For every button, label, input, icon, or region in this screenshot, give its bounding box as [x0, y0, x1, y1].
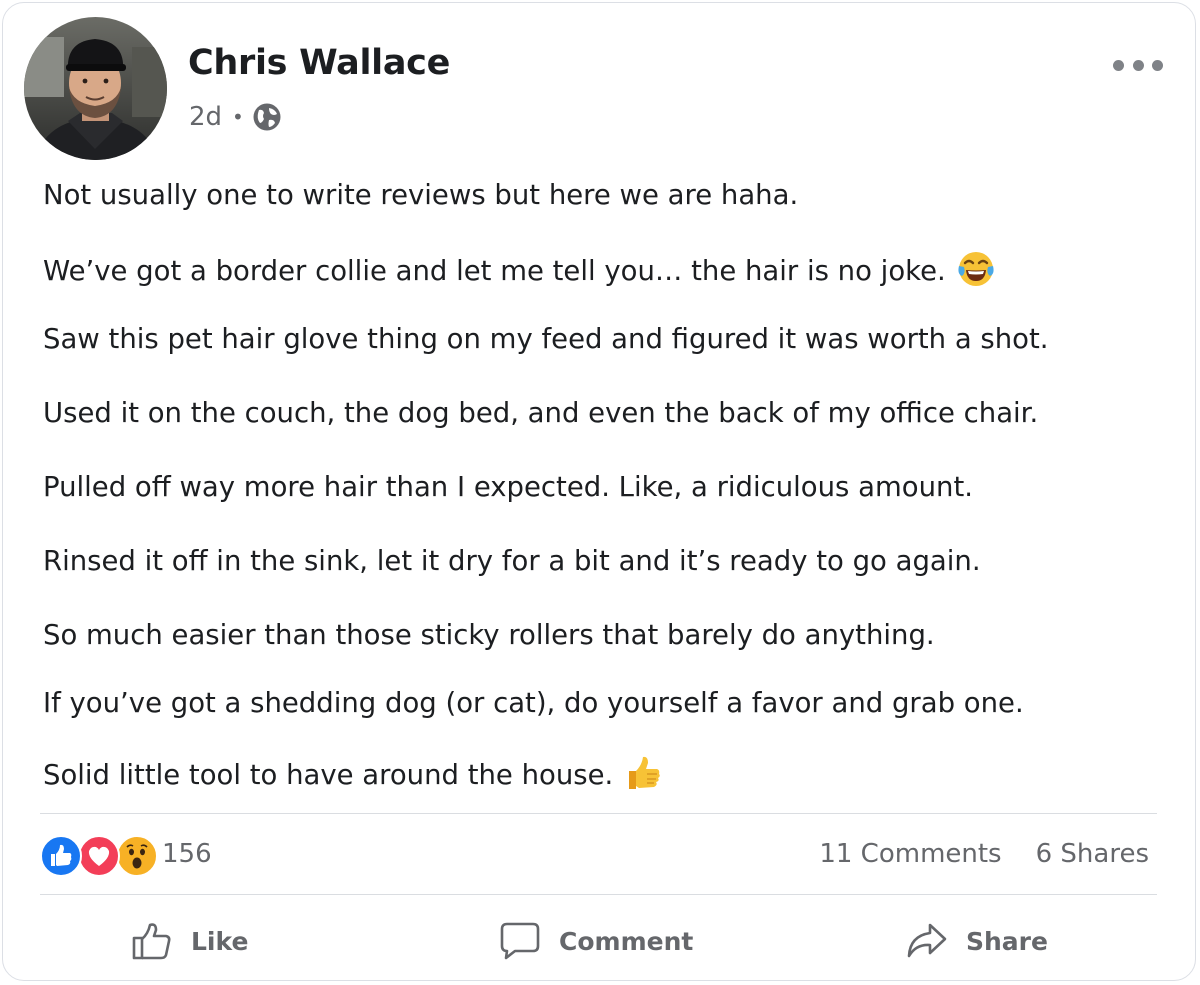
post-text-line: Not usually one to write reviews but her…	[43, 179, 799, 211]
share-arrow-icon	[906, 921, 948, 961]
divider	[40, 813, 1157, 814]
more-dot-icon	[1132, 59, 1144, 71]
comments-count-link[interactable]: 11 Comments	[819, 839, 1001, 869]
more-options-button[interactable]	[1113, 51, 1163, 79]
post-text-line: Pulled off way more hair than I expected…	[43, 471, 973, 503]
post-text-line: We’ve got a border collie and let me tel…	[43, 249, 996, 289]
like-label: Like	[191, 926, 249, 956]
post-text-line: So much easier than those sticky rollers…	[43, 619, 935, 651]
divider	[40, 894, 1157, 895]
post-text-line: Used it on the couch, the dog bed, and e…	[43, 397, 1039, 429]
more-dot-icon	[1152, 59, 1163, 71]
post-text-line: Rinsed it off in the sink, let it dry fo…	[43, 545, 981, 577]
engagement-stats: 11 Comments 6 Shares	[819, 839, 1149, 869]
comment-button[interactable]: Comment	[499, 917, 693, 965]
thumbs-up-emoji	[623, 753, 663, 793]
thumbs-up-icon	[131, 921, 173, 961]
share-button[interactable]: Share	[906, 917, 1048, 965]
wow-reaction-icon	[116, 835, 158, 877]
reaction-count: 156	[162, 839, 212, 869]
post-text: Solid little tool to have around the hou…	[43, 759, 614, 791]
avatar[interactable]	[24, 17, 167, 160]
like-reaction-icon	[40, 835, 82, 877]
post-text-line: If you’ve got a shedding dog (or cat), d…	[43, 687, 1024, 719]
author-name[interactable]: Chris Wallace	[188, 43, 450, 83]
post-text-line: Solid little tool to have around the hou…	[43, 753, 663, 793]
reaction-icons	[40, 832, 158, 877]
post-timestamp[interactable]: 2d	[189, 102, 222, 132]
globe-icon[interactable]	[252, 102, 282, 132]
post-card: Chris Wallace 2d • Not usually one to wr…	[2, 2, 1196, 981]
comment-label: Comment	[559, 926, 694, 956]
shares-count-link[interactable]: 6 Shares	[1036, 839, 1149, 869]
separator-dot: •	[232, 105, 244, 129]
more-dot-icon	[1113, 59, 1124, 71]
like-button[interactable]: Like	[131, 917, 248, 965]
reactions-summary[interactable]: 156	[40, 832, 212, 877]
tears-of-joy-emoji	[956, 249, 996, 289]
love-reaction-icon	[78, 835, 120, 877]
share-label: Share	[966, 926, 1048, 956]
post-text: We’ve got a border collie and let me tel…	[43, 255, 946, 287]
post-text-line: Saw this pet hair glove thing on my feed…	[43, 323, 1049, 355]
comment-icon	[499, 921, 541, 961]
post-meta: 2d •	[189, 99, 282, 135]
